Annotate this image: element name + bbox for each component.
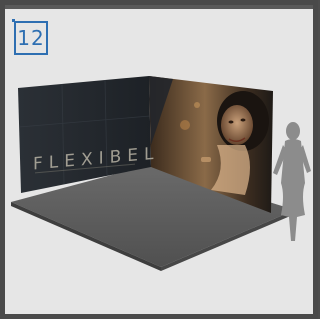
product-tile[interactable]: FLEXIBEL 12 xyxy=(0,0,318,319)
person-silhouette xyxy=(273,122,311,241)
booth-illustration: FLEXIBEL xyxy=(11,76,311,271)
number-badge: 12 xyxy=(14,21,48,55)
